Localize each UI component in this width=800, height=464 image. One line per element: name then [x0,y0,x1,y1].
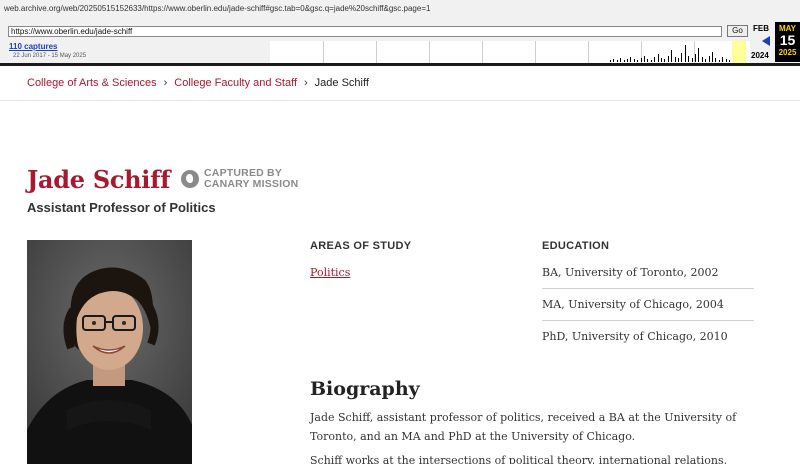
breadcrumb-arts-sciences[interactable]: College of Arts & Sciences [27,77,157,89]
capture-tick [695,54,696,62]
canary-bird-icon [181,170,199,188]
capture-tick [661,58,662,62]
breadcrumb-divider [0,100,800,101]
captures-link[interactable]: 110 captures [9,42,57,51]
biography-heading: Biography [310,378,420,400]
watermark-line-2: CANARY MISSION [204,178,299,190]
capture-tick [650,60,652,62]
capture-tick [698,48,700,62]
year-column-divider [323,41,324,63]
capture-tick [691,58,693,62]
capture-tick [667,56,669,62]
archive-url-text: web.archive.org/web/20250515152633/https… [4,4,431,13]
education-item: BA, University of Toronto, 2002 [542,266,719,279]
wayback-toolbar: web.archive.org/web/20250515152633/https… [0,0,800,66]
watermark-text: CAPTURED BY CANARY MISSION [204,168,298,190]
portrait-illustration [27,240,192,464]
person-title: Assistant Professor of Politics [27,200,216,215]
wayback-go-button[interactable]: Go [727,25,748,37]
capture-tick [725,59,727,62]
capture-tick [705,59,707,62]
prev-year-label[interactable]: 2024 [751,51,769,60]
capture-tick [627,59,628,62]
breadcrumb-current: Jade Schiff [314,77,369,89]
capture-tick [620,58,622,62]
profile-photo [27,240,192,464]
capture-tick [712,52,713,62]
current-capture-calendar: MAY 15 2025 [775,22,800,62]
current-year-label: 2025 [778,48,797,57]
year-column-divider [376,41,377,63]
biography-paragraph: Jade Schiff, assistant professor of poli… [310,411,737,443]
education-divider [542,320,754,321]
areas-heading: AREAS OF STUDY [310,240,412,252]
capture-sparkline[interactable] [270,41,750,63]
prev-capture-arrow-icon[interactable] [762,36,770,46]
capture-tick [613,59,615,62]
education-item: PhD, University of Chicago, 2010 [542,330,728,343]
capture-tick [616,60,618,62]
capture-tick [630,57,632,62]
capture-tick [610,60,611,62]
year-column-divider [482,41,483,63]
capture-tick [623,60,625,62]
capture-tick [647,59,649,62]
year-column-divider [535,41,536,63]
capture-tick [664,59,666,62]
education-item: MA, University of Chicago, 2004 [542,298,724,311]
capture-tick [637,60,639,62]
prev-month-label[interactable]: FEB [753,24,769,33]
capture-tick [644,56,645,62]
capture-tick [657,54,659,62]
capture-tick [729,60,730,62]
capture-tick [640,58,642,62]
chevron-right-icon: › [304,77,308,89]
canary-mission-watermark: CAPTURED BY CANARY MISSION [181,168,298,190]
page-title: Jade Schiff [27,165,171,194]
education-heading: EDUCATION [542,240,610,252]
chevron-right-icon: › [163,77,168,89]
capture-tick [681,53,683,62]
capture-tick [701,57,703,62]
current-year-highlight [732,41,746,63]
area-link-politics[interactable]: Politics [310,266,350,279]
year-column-divider [588,41,589,63]
capture-date-range: 22 Jun 2017 - 15 May 2025 [13,53,87,59]
capture-tick [674,57,676,62]
capture-tick [633,59,635,62]
breadcrumb: College of Arts & Sciences › College Fac… [27,77,369,89]
capture-tick [654,57,656,62]
education-divider [542,288,754,289]
current-day-label: 15 [779,32,796,48]
biography-paragraph: Schiff works at the intersections of pol… [310,454,728,464]
year-column-divider [429,41,430,63]
capture-tick [688,56,690,62]
capture-tick [671,50,673,62]
capture-tick [678,58,679,62]
capture-tick [684,45,686,62]
capture-tick [722,57,724,62]
capture-tick [718,60,720,62]
breadcrumb-faculty-staff[interactable]: College Faculty and Staff [174,77,297,89]
wayback-url-input[interactable] [8,26,722,37]
capture-tick [715,58,717,62]
capture-tick [708,56,710,62]
